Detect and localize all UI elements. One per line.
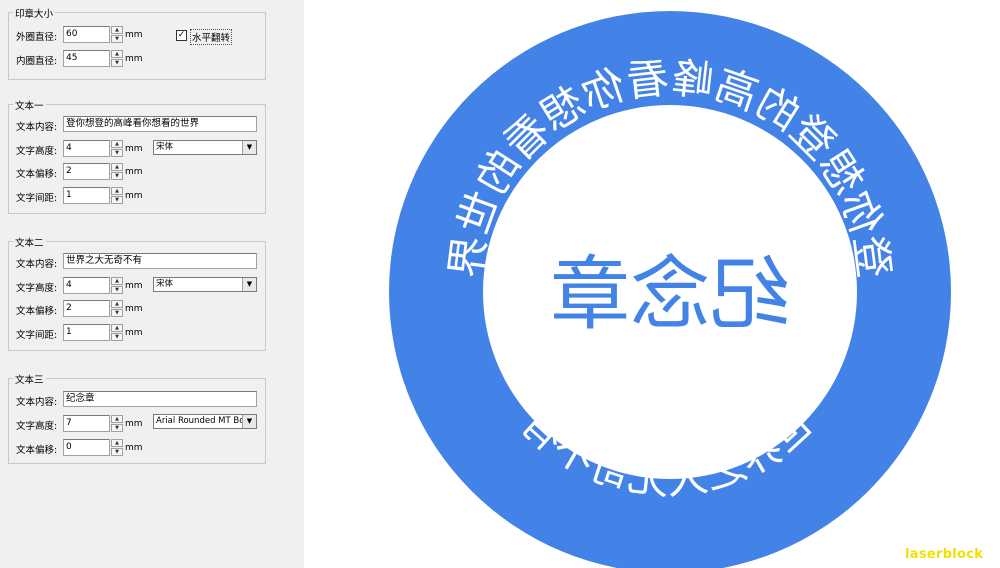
unit-label: mm bbox=[125, 54, 143, 64]
seal-size-group: 印章大小 bbox=[8, 6, 266, 80]
text1-spacing-label: 文字间距: bbox=[16, 193, 58, 204]
spin-down-icon[interactable]: ▼ bbox=[111, 286, 123, 294]
inner-diameter-input[interactable]: 45 bbox=[63, 50, 110, 67]
chevron-down-icon[interactable]: ▼ bbox=[242, 415, 256, 428]
spin-down-icon[interactable]: ▼ bbox=[111, 196, 123, 204]
spin-up-icon[interactable]: ▲ bbox=[111, 163, 123, 171]
inner-diameter-label: 内圈直径: bbox=[16, 56, 58, 67]
text3-offset-label: 文本偏移: bbox=[16, 445, 58, 456]
text1-height-spinbox[interactable]: 4 ▲ ▼ bbox=[63, 140, 131, 157]
spin-up-icon[interactable]: ▲ bbox=[111, 415, 123, 423]
spin-down-icon[interactable]: ▼ bbox=[111, 333, 123, 341]
unit-label: mm bbox=[125, 144, 143, 154]
text2-content-input[interactable]: 世界之大无奇不有 bbox=[63, 253, 257, 269]
outer-diameter-label: 外圈直径: bbox=[16, 32, 58, 43]
text2-height-input[interactable]: 4 bbox=[63, 277, 110, 294]
text1-offset-input[interactable]: 2 bbox=[63, 163, 110, 180]
spin-down-icon[interactable]: ▼ bbox=[111, 448, 123, 456]
unit-label: mm bbox=[125, 304, 143, 314]
flip-horizontal-checkbox[interactable]: ✓ bbox=[176, 30, 187, 41]
spin-up-icon[interactable]: ▲ bbox=[111, 439, 123, 447]
text2-height-label: 文字高度: bbox=[16, 283, 58, 294]
text2-spacing-label: 文字间距: bbox=[16, 330, 58, 341]
text2-height-spinbox[interactable]: 4 ▲ ▼ bbox=[63, 277, 131, 294]
text3-offset-input[interactable]: 0 bbox=[63, 439, 110, 456]
unit-label: mm bbox=[125, 30, 143, 40]
flip-horizontal-label[interactable]: 水平翻转 bbox=[190, 29, 233, 45]
brand-logo: laserblock bbox=[905, 547, 984, 562]
text1-height-input[interactable]: 4 bbox=[63, 140, 110, 157]
font-select-value: Arial Rounded MT Bold bbox=[156, 416, 253, 426]
unit-label: mm bbox=[125, 281, 143, 291]
text3-content-label: 文本内容: bbox=[16, 397, 58, 408]
outer-diameter-input[interactable]: 60 bbox=[63, 26, 110, 43]
unit-label: mm bbox=[125, 419, 143, 429]
unit-label: mm bbox=[125, 167, 143, 177]
unit-label: mm bbox=[125, 328, 143, 338]
unit-label: mm bbox=[125, 443, 143, 453]
text2-spacing-spinbox[interactable]: 1 ▲ ▼ bbox=[63, 324, 131, 341]
text1-offset-label: 文本偏移: bbox=[16, 169, 58, 180]
inner-diameter-spinbox[interactable]: 45 ▲ ▼ bbox=[63, 50, 131, 67]
spin-up-icon[interactable]: ▲ bbox=[111, 50, 123, 58]
group-title: 印章大小 bbox=[13, 6, 56, 20]
text1-content-input[interactable]: 登你想登的高峰看你想看的世界 bbox=[63, 116, 257, 132]
text3-height-input[interactable]: 7 bbox=[63, 415, 110, 432]
group-title: 文本三 bbox=[13, 372, 46, 386]
spin-down-icon[interactable]: ▼ bbox=[111, 309, 123, 317]
outer-diameter-spinbox[interactable]: 60 ▲ ▼ bbox=[63, 26, 131, 43]
text1-offset-spinbox[interactable]: 2 ▲ ▼ bbox=[63, 163, 131, 180]
text1-spacing-input[interactable]: 1 bbox=[63, 187, 110, 204]
spin-down-icon[interactable]: ▼ bbox=[111, 149, 123, 157]
text2-font-select[interactable]: 宋体 ▼ bbox=[153, 277, 257, 292]
group-title: 文本一 bbox=[13, 98, 46, 112]
seal-preview-canvas: 登你想登的高峰看你想看的世界 世界之大无奇不有 纪念章 bbox=[389, 11, 951, 568]
spin-up-icon[interactable]: ▲ bbox=[111, 300, 123, 308]
text3-content-input[interactable]: 纪念章 bbox=[63, 391, 257, 407]
font-select-value: 宋体 bbox=[156, 279, 174, 289]
text2-offset-input[interactable]: 2 bbox=[63, 300, 110, 317]
preview-panel: 平面展开图 登你想登的高峰看你想看的世界 世界之大无奇不有 纪念章 bbox=[304, 0, 1000, 568]
spin-down-icon[interactable]: ▼ bbox=[111, 35, 123, 43]
seal-center-text: 纪念章 bbox=[550, 248, 790, 341]
spin-up-icon[interactable]: ▲ bbox=[111, 140, 123, 148]
group-title: 文本二 bbox=[13, 235, 46, 249]
text1-font-select[interactable]: 宋体 ▼ bbox=[153, 140, 257, 155]
spin-up-icon[interactable]: ▲ bbox=[111, 277, 123, 285]
spin-up-icon[interactable]: ▲ bbox=[111, 324, 123, 332]
text1-spacing-spinbox[interactable]: 1 ▲ ▼ bbox=[63, 187, 131, 204]
chevron-down-icon[interactable]: ▼ bbox=[242, 278, 256, 291]
spin-down-icon[interactable]: ▼ bbox=[111, 424, 123, 432]
text2-spacing-input[interactable]: 1 bbox=[63, 324, 110, 341]
settings-panel: 印章大小 外圈直径: 60 ▲ ▼ mm 内圈直径: 45 ▲ ▼ mm ✓ 水… bbox=[0, 0, 304, 568]
spin-up-icon[interactable]: ▲ bbox=[111, 26, 123, 34]
spin-down-icon[interactable]: ▼ bbox=[111, 172, 123, 180]
text1-height-label: 文字高度: bbox=[16, 146, 58, 157]
font-select-value: 宋体 bbox=[156, 142, 174, 152]
text3-height-spinbox[interactable]: 7 ▲ ▼ bbox=[63, 415, 131, 432]
chevron-down-icon[interactable]: ▼ bbox=[242, 141, 256, 154]
text3-offset-spinbox[interactable]: 0 ▲ ▼ bbox=[63, 439, 131, 456]
text3-height-label: 文字高度: bbox=[16, 421, 58, 432]
text2-content-label: 文本内容: bbox=[16, 259, 58, 270]
text3-font-select[interactable]: Arial Rounded MT Bold ▼ bbox=[153, 414, 257, 429]
text1-content-label: 文本内容: bbox=[16, 122, 58, 133]
text2-offset-label: 文本偏移: bbox=[16, 306, 58, 317]
unit-label: mm bbox=[125, 191, 143, 201]
text2-offset-spinbox[interactable]: 2 ▲ ▼ bbox=[63, 300, 131, 317]
spin-down-icon[interactable]: ▼ bbox=[111, 59, 123, 67]
spin-up-icon[interactable]: ▲ bbox=[111, 187, 123, 195]
